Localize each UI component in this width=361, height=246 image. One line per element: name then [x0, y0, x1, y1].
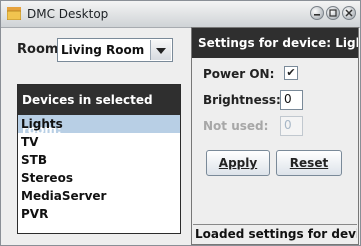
power-label: Power ON: [203, 67, 275, 81]
room-selected-value: Living Room [61, 43, 145, 57]
reset-button[interactable]: Reset [276, 150, 342, 176]
not-used-input: 0 [280, 116, 303, 136]
room-dropdown[interactable]: Living Room [57, 38, 173, 62]
power-checkbox[interactable]: ✔ [284, 66, 298, 80]
chevron-down-icon [156, 48, 166, 54]
list-item-stereos[interactable]: Stereos [18, 169, 180, 187]
settings-header: Settings for device: Lights [192, 28, 358, 58]
status-bar: Loaded settings for device ... [193, 224, 357, 243]
settings-panel: Settings for device: Lights Power ON: ✔ … [191, 27, 359, 245]
apply-button[interactable]: Apply [206, 150, 270, 176]
list-item-lights[interactable]: Lights [18, 115, 180, 133]
reset-button-label: Reset [289, 156, 329, 170]
list-item-stb[interactable]: STB [18, 151, 180, 169]
apply-button-label: Apply [218, 156, 258, 170]
app-window: DMC Desktop Room: Living Room Devices in… [0, 0, 361, 246]
device-list-panel: Devices in selected room: Lights TV STB … [17, 84, 181, 234]
not-used-label: Not used: [203, 119, 269, 133]
device-list[interactable]: Lights TV STB Stereos MediaServer PVR [18, 115, 180, 223]
maximize-button[interactable] [326, 6, 340, 20]
close-button[interactable] [342, 6, 356, 20]
minimize-button[interactable] [310, 6, 324, 20]
device-list-header: Devices in selected room: [18, 85, 180, 137]
list-item-mediaserver[interactable]: MediaServer [18, 187, 180, 205]
app-icon [7, 7, 21, 20]
minimize-icon [314, 14, 320, 16]
dropdown-button[interactable] [150, 40, 171, 60]
brightness-label: Brightness: [203, 93, 281, 107]
list-item-pvr[interactable]: PVR [18, 205, 180, 223]
close-icon [345, 9, 353, 17]
window-title: DMC Desktop [27, 7, 109, 21]
maximize-icon [329, 9, 337, 17]
brightness-input[interactable]: 0 [280, 90, 303, 110]
title-bar[interactable]: DMC Desktop [1, 1, 360, 28]
